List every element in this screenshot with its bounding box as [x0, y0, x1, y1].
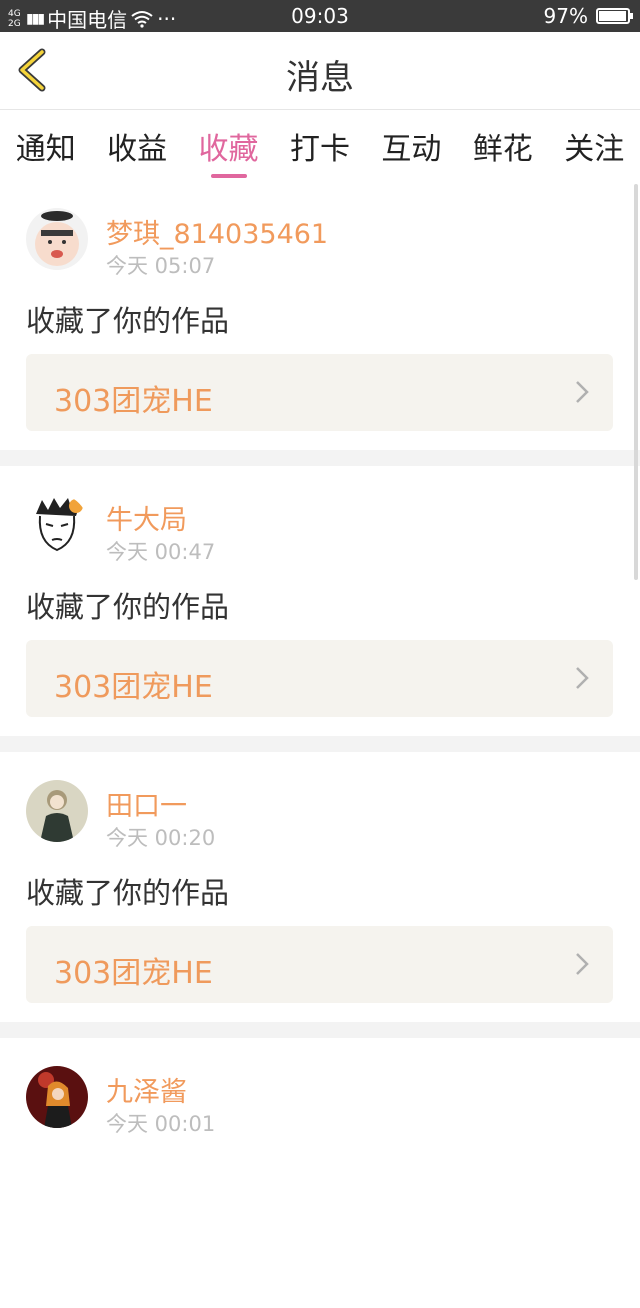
chevron-right-icon — [576, 381, 589, 403]
tab-flowers[interactable]: 鲜花 — [473, 110, 533, 168]
battery-percent: 97% — [543, 4, 588, 28]
work-link[interactable]: 303团宠HE — [26, 640, 613, 717]
divider — [0, 1022, 640, 1038]
user-name[interactable]: 九泽酱 — [106, 1070, 187, 1109]
work-link[interactable]: 303团宠HE — [26, 926, 613, 1003]
timestamp: 今天 00:20 — [106, 826, 216, 850]
divider — [0, 450, 640, 466]
page-title: 消息 — [286, 58, 354, 98]
avatar[interactable] — [26, 1066, 88, 1128]
tab-earnings[interactable]: 收益 — [107, 110, 167, 168]
divider — [0, 736, 640, 752]
avatar[interactable] — [26, 208, 88, 270]
tab-checkin[interactable]: 打卡 — [290, 110, 350, 168]
list-item: 梦琪_814035461 今天 05:07 收藏了你的作品 303团宠HE — [0, 180, 640, 450]
tab-follow[interactable]: 关注 — [564, 110, 624, 168]
work-link[interactable]: 303团宠HE — [26, 354, 613, 431]
battery-fill — [599, 11, 626, 21]
header: 消息 — [0, 32, 640, 110]
timestamp: 今天 00:47 — [106, 540, 216, 564]
list-item: 田口一 今天 00:20 收藏了你的作品 303团宠HE — [0, 752, 640, 1022]
work-title: 303团宠HE — [54, 384, 213, 419]
tab-interaction[interactable]: 互动 — [381, 110, 441, 168]
chevron-right-icon — [576, 953, 589, 975]
timestamp: 今天 00:01 — [106, 1112, 216, 1136]
work-title: 303团宠HE — [54, 956, 213, 991]
tab-favorites[interactable]: 收藏 — [199, 110, 259, 168]
avatar[interactable] — [26, 494, 88, 556]
list-item: 牛大局 今天 00:47 收藏了你的作品 303团宠HE — [0, 466, 640, 736]
avatar[interactable] — [26, 780, 88, 842]
action-text: 收藏了你的作品 — [26, 590, 230, 624]
chevron-right-icon — [576, 667, 589, 689]
user-name[interactable]: 田口一 — [106, 784, 187, 823]
user-name[interactable]: 梦琪_814035461 — [106, 212, 328, 251]
status-right: 97% — [543, 4, 633, 28]
action-text: 收藏了你的作品 — [26, 876, 230, 910]
user-name[interactable]: 牛大局 — [106, 498, 187, 537]
battery-icon — [596, 8, 633, 24]
tab-notice[interactable]: 通知 — [16, 110, 76, 168]
timestamp: 今天 05:07 — [106, 254, 216, 278]
action-text: 收藏了你的作品 — [26, 304, 230, 338]
status-bar: 4G 2G ▮▮▮ 中国电信 ··· 09:03 97% — [0, 0, 640, 32]
message-list: 梦琪_814035461 今天 05:07 收藏了你的作品 303团宠HE 牛大… — [0, 180, 640, 1308]
scrollbar[interactable] — [634, 184, 638, 580]
work-title: 303团宠HE — [54, 670, 213, 705]
list-item: 九泽酱 今天 00:01 — [0, 1038, 640, 1308]
tab-bar: 通知 收益 收藏 打卡 互动 鲜花 关注 — [0, 110, 640, 180]
